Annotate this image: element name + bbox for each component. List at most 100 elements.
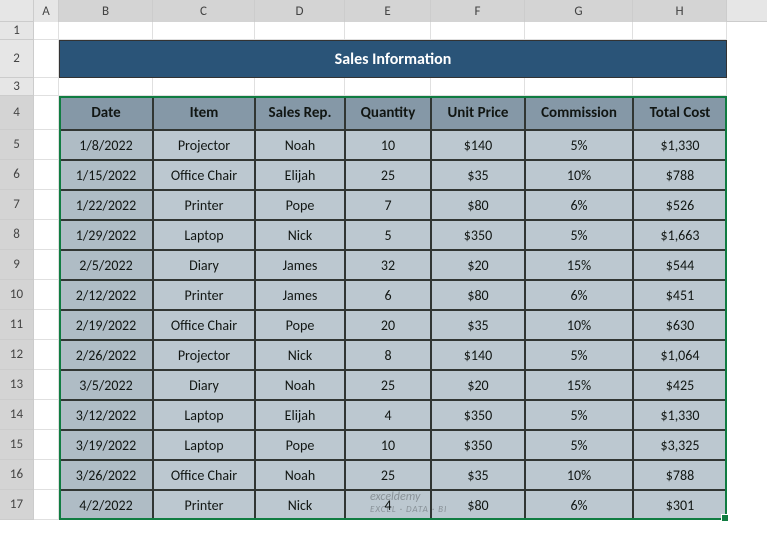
data-cell[interactable]: $80 bbox=[431, 280, 525, 310]
data-cell[interactable]: 7 bbox=[345, 190, 431, 220]
row-header-2[interactable]: 2 bbox=[0, 40, 34, 78]
data-cell[interactable]: $20 bbox=[431, 370, 525, 400]
cell[interactable] bbox=[34, 460, 59, 490]
row-header-9[interactable]: 9 bbox=[0, 250, 34, 280]
data-cell[interactable]: 3/26/2022 bbox=[59, 460, 153, 490]
cell[interactable] bbox=[431, 22, 525, 40]
data-cell[interactable]: $1,330 bbox=[633, 130, 727, 160]
cell[interactable] bbox=[153, 22, 255, 40]
data-cell[interactable]: Noah bbox=[255, 370, 345, 400]
data-cell[interactable]: 5 bbox=[345, 220, 431, 250]
data-cell[interactable]: 1/29/2022 bbox=[59, 220, 153, 250]
data-cell[interactable]: 2/5/2022 bbox=[59, 250, 153, 280]
data-cell[interactable]: 3/12/2022 bbox=[59, 400, 153, 430]
data-cell[interactable]: 5% bbox=[525, 220, 633, 250]
data-cell[interactable]: 15% bbox=[525, 370, 633, 400]
data-cell[interactable]: Printer bbox=[153, 280, 255, 310]
data-cell[interactable]: $3,325 bbox=[633, 430, 727, 460]
data-cell[interactable]: 25 bbox=[345, 160, 431, 190]
data-cell[interactable]: 4 bbox=[345, 400, 431, 430]
data-cell[interactable]: 5% bbox=[525, 340, 633, 370]
cell[interactable] bbox=[525, 22, 633, 40]
row-header-3[interactable]: 3 bbox=[0, 78, 34, 96]
cell[interactable] bbox=[34, 310, 59, 340]
header-quantity[interactable]: Quantity bbox=[345, 96, 431, 130]
data-cell[interactable]: $1,064 bbox=[633, 340, 727, 370]
data-cell[interactable]: $350 bbox=[431, 430, 525, 460]
cell[interactable] bbox=[34, 190, 59, 220]
col-header-H[interactable]: H bbox=[633, 0, 727, 22]
cell[interactable] bbox=[633, 78, 727, 96]
cell[interactable] bbox=[255, 22, 345, 40]
data-cell[interactable]: Nick bbox=[255, 220, 345, 250]
data-cell[interactable]: $630 bbox=[633, 310, 727, 340]
header-item[interactable]: Item bbox=[153, 96, 255, 130]
cell[interactable] bbox=[34, 220, 59, 250]
title-cell[interactable]: Sales Information bbox=[59, 40, 727, 78]
data-cell[interactable]: Pope bbox=[255, 190, 345, 220]
data-cell[interactable]: $526 bbox=[633, 190, 727, 220]
row-header-10[interactable]: 10 bbox=[0, 280, 34, 310]
row-header-8[interactable]: 8 bbox=[0, 220, 34, 250]
data-cell[interactable]: 8 bbox=[345, 340, 431, 370]
cell[interactable] bbox=[34, 430, 59, 460]
data-cell[interactable]: 2/19/2022 bbox=[59, 310, 153, 340]
data-cell[interactable]: 3/5/2022 bbox=[59, 370, 153, 400]
data-cell[interactable]: 2/12/2022 bbox=[59, 280, 153, 310]
data-cell[interactable]: $20 bbox=[431, 250, 525, 280]
row-header-6[interactable]: 6 bbox=[0, 160, 34, 190]
cell[interactable] bbox=[34, 490, 59, 520]
cell[interactable] bbox=[34, 340, 59, 370]
data-cell[interactable]: $80 bbox=[431, 190, 525, 220]
data-cell[interactable]: $788 bbox=[633, 160, 727, 190]
data-cell[interactable]: $544 bbox=[633, 250, 727, 280]
data-cell[interactable]: Diary bbox=[153, 370, 255, 400]
data-cell[interactable]: $425 bbox=[633, 370, 727, 400]
row-header-4[interactable]: 4 bbox=[0, 96, 34, 130]
row-header-5[interactable]: 5 bbox=[0, 130, 34, 160]
data-cell[interactable]: Office Chair bbox=[153, 310, 255, 340]
data-cell[interactable]: 4/2/2022 bbox=[59, 490, 153, 520]
data-cell[interactable]: 6% bbox=[525, 490, 633, 520]
row-header-7[interactable]: 7 bbox=[0, 190, 34, 220]
data-cell[interactable]: Diary bbox=[153, 250, 255, 280]
data-cell[interactable]: $140 bbox=[431, 130, 525, 160]
data-cell[interactable]: 32 bbox=[345, 250, 431, 280]
cell[interactable] bbox=[345, 78, 431, 96]
cells-grid[interactable]: Sales Information Date Item Sales Rep. Q… bbox=[34, 22, 727, 520]
cell[interactable] bbox=[34, 130, 59, 160]
cell[interactable] bbox=[525, 78, 633, 96]
header-commission[interactable]: Commission bbox=[525, 96, 633, 130]
data-cell[interactable]: $140 bbox=[431, 340, 525, 370]
row-header-16[interactable]: 16 bbox=[0, 460, 34, 490]
cell[interactable] bbox=[59, 78, 153, 96]
data-cell[interactable]: $35 bbox=[431, 160, 525, 190]
data-cell[interactable]: Nick bbox=[255, 340, 345, 370]
select-all-corner[interactable] bbox=[0, 0, 34, 22]
cell[interactable] bbox=[255, 78, 345, 96]
data-cell[interactable]: 6% bbox=[525, 190, 633, 220]
data-cell[interactable]: James bbox=[255, 250, 345, 280]
header-date[interactable]: Date bbox=[59, 96, 153, 130]
data-cell[interactable]: 25 bbox=[345, 460, 431, 490]
data-cell[interactable]: Pope bbox=[255, 430, 345, 460]
data-cell[interactable]: 10 bbox=[345, 130, 431, 160]
data-cell[interactable]: Noah bbox=[255, 130, 345, 160]
data-cell[interactable]: $350 bbox=[431, 220, 525, 250]
cell[interactable] bbox=[633, 22, 727, 40]
data-cell[interactable]: 10 bbox=[345, 430, 431, 460]
data-cell[interactable]: 10% bbox=[525, 460, 633, 490]
cell[interactable] bbox=[431, 78, 525, 96]
data-cell[interactable]: $301 bbox=[633, 490, 727, 520]
data-cell[interactable]: Nick bbox=[255, 490, 345, 520]
header-salesrep[interactable]: Sales Rep. bbox=[255, 96, 345, 130]
cell[interactable] bbox=[34, 96, 59, 130]
data-cell[interactable]: $1,330 bbox=[633, 400, 727, 430]
data-cell[interactable]: $1,663 bbox=[633, 220, 727, 250]
cell[interactable] bbox=[345, 22, 431, 40]
cell[interactable] bbox=[59, 22, 153, 40]
data-cell[interactable]: 5% bbox=[525, 430, 633, 460]
data-cell[interactable]: 6% bbox=[525, 280, 633, 310]
data-cell[interactable]: $350 bbox=[431, 400, 525, 430]
col-header-B[interactable]: B bbox=[59, 0, 153, 22]
